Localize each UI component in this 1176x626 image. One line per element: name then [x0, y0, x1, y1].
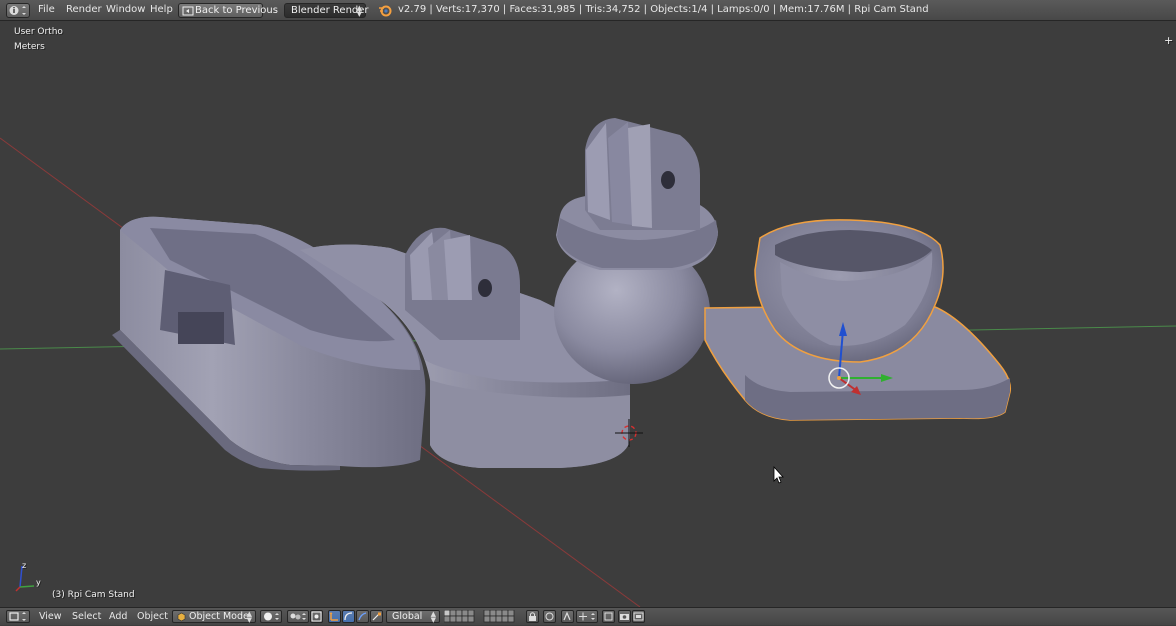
3d-viewport[interactable]: User Ortho Meters z y (3) Rpi Cam Stand …: [0, 21, 1176, 607]
manipulator-toggle[interactable]: [310, 610, 323, 623]
snap-toggle-button[interactable]: [561, 610, 574, 623]
layers-icon[interactable]: [443, 609, 522, 623]
scene-statistics: v2.79 | Verts:17,370 | Faces:31,985 | Tr…: [398, 4, 929, 15]
axis-gizmo-y-label: y: [36, 578, 41, 587]
proportional-edit-icon: [545, 612, 554, 621]
menu-select[interactable]: Select: [72, 611, 101, 622]
mouse-pointer-icon: [773, 465, 784, 484]
3d-view-header: View Select Add Object Object Mode ▲ ▼ Gl…: [0, 607, 1176, 625]
mode-select[interactable]: Object Mode ▲ ▼: [172, 610, 256, 624]
scale-manipulator-alt-button[interactable]: [370, 610, 383, 623]
lock-camera-button[interactable]: [526, 610, 539, 623]
updown-arrows-icon: ▲ ▼: [430, 610, 436, 624]
mode-label: Object Mode: [189, 611, 249, 622]
translate-manipulator-button[interactable]: [328, 610, 341, 623]
ball-joint-mesh[interactable]: [554, 118, 718, 384]
pivot-point-select[interactable]: [287, 610, 309, 623]
snap-target-button[interactable]: [602, 610, 615, 623]
back-to-previous-label: Back to Previous: [195, 5, 278, 16]
scale-manipulator-button[interactable]: [356, 610, 369, 623]
transform-orientation-label: Global: [392, 611, 423, 622]
region-expand-icon[interactable]: +: [1164, 34, 1173, 47]
menu-render[interactable]: Render: [66, 4, 102, 15]
blender-logo-icon: [379, 5, 392, 17]
viewport-shading-select[interactable]: [260, 610, 282, 623]
back-to-previous-button[interactable]: Back to Previous: [178, 3, 278, 18]
rotate-manipulator-button[interactable]: [342, 610, 355, 623]
object-mode-icon: [177, 612, 186, 622]
snap-element-select[interactable]: [576, 610, 598, 623]
menu-view[interactable]: View: [39, 611, 62, 622]
opengl-render-icon: [633, 612, 644, 621]
snap-element-icon: [579, 612, 595, 621]
menu-help[interactable]: Help: [150, 4, 173, 15]
scene-canvas[interactable]: [0, 21, 1176, 607]
menu-add[interactable]: Add: [109, 611, 127, 622]
units-label: Meters: [14, 42, 45, 52]
editor-type-button[interactable]: [6, 3, 30, 18]
render-icon: [620, 614, 629, 620]
info-editor-icon: [9, 6, 26, 15]
lock-icon: [529, 612, 536, 621]
render-engine-select[interactable]: Blender Render ▲ ▼: [284, 3, 369, 18]
translate-icon: [329, 612, 338, 621]
updown-arrows-icon: ▲ ▼: [246, 610, 252, 624]
scale-alt-icon: [372, 612, 381, 621]
manipulator-icon: [311, 611, 322, 622]
menu-window[interactable]: Window: [106, 4, 145, 15]
menu-object[interactable]: Object: [137, 611, 168, 622]
active-object-info: (3) Rpi Cam Stand: [52, 590, 135, 600]
rotate-icon: [344, 612, 353, 621]
layers-grid[interactable]: [443, 609, 522, 623]
pivot-icon: [290, 613, 306, 620]
info-header: File Render Window Help Back to Previous…: [0, 0, 1176, 21]
proportional-edit-button[interactable]: [543, 610, 556, 623]
render-button[interactable]: [618, 610, 631, 623]
axis-gizmo-z-label: z: [22, 561, 27, 570]
back-icon: [182, 6, 194, 16]
scale-icon: [358, 612, 367, 621]
snap-target-icon: [604, 612, 613, 621]
transform-orientation-select[interactable]: Global ▲ ▼: [386, 610, 440, 624]
opengl-render-button[interactable]: [632, 610, 645, 623]
viewport-shading-icon: [264, 612, 279, 621]
snap-icon: [563, 611, 571, 621]
menu-file[interactable]: File: [38, 4, 55, 15]
editor-type-3d-button[interactable]: [6, 610, 30, 623]
3d-view-icon: [9, 612, 26, 621]
view-name-label: User Ortho: [14, 27, 63, 37]
updown-arrows-icon: ▲ ▼: [356, 4, 362, 18]
